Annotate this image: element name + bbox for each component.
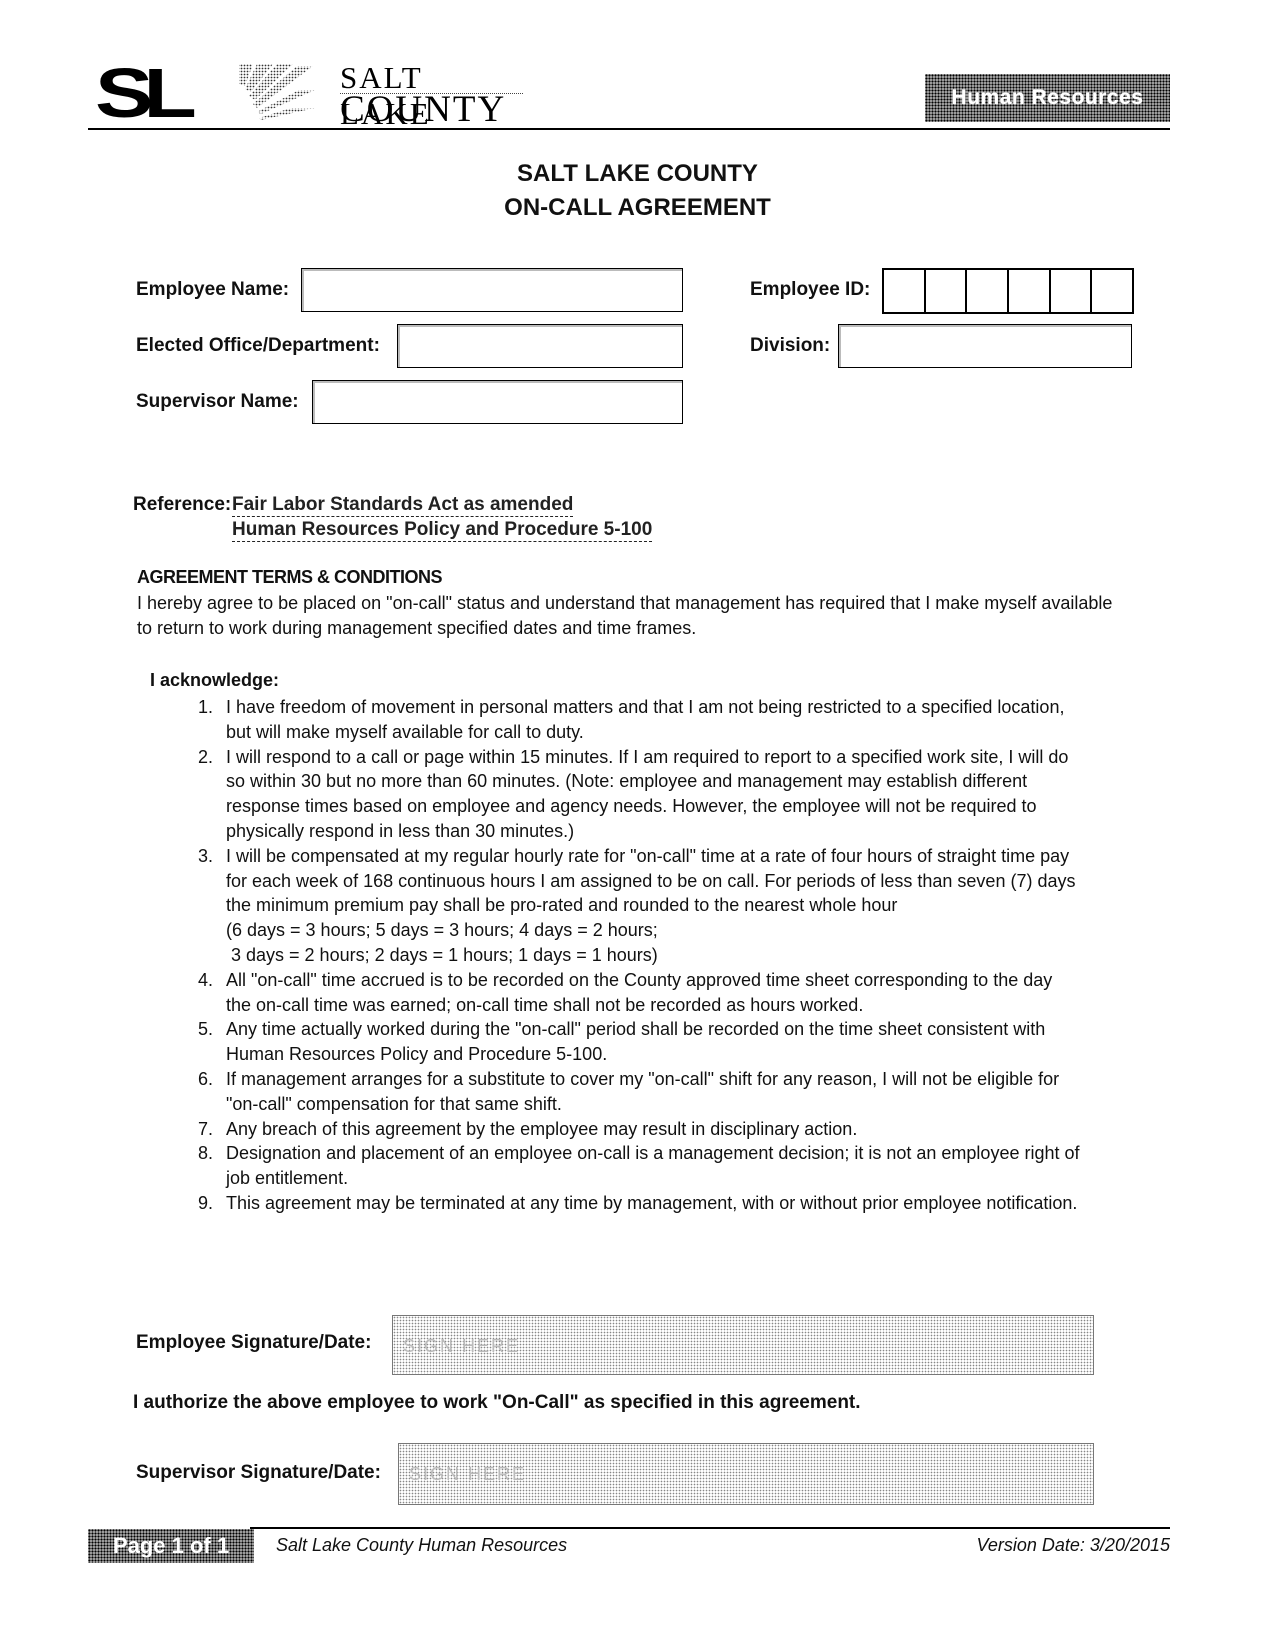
item-text: Designation and placement of an employee… xyxy=(226,1143,1080,1189)
list-item: 1. I have freedom of movement in personal… xyxy=(180,695,1080,745)
list-item: 2. I will respond to a call or page withi… xyxy=(180,745,1080,844)
employee-id-digit[interactable] xyxy=(884,270,926,312)
salt-lake-county-logo: SL SALT LAKE COUNTY xyxy=(95,54,523,132)
list-item: 3. I will be compensated at my regular ho… xyxy=(180,844,1080,968)
sign-here-placeholder: SIGN HERE xyxy=(409,1464,527,1484)
acknowledge-heading: I acknowledge: xyxy=(150,670,280,690)
footer-version-date: Version Date: 3/20/2015 xyxy=(976,1535,1170,1555)
terms-body: I hereby agree to be placed on "on-call"… xyxy=(137,593,1113,638)
logo-mark: SL xyxy=(95,54,197,132)
logo-text-line2: COUNTY xyxy=(340,89,507,130)
terms-heading: AGREEMENT TERMS & CONDITIONS xyxy=(137,567,443,587)
item-text: I have freedom of movement in personal m… xyxy=(226,697,1065,742)
item-text: I will respond to a call or page within … xyxy=(226,746,1069,841)
item-number: 2. xyxy=(198,746,214,767)
supervisor-signature-field[interactable]: SIGN HERE xyxy=(398,1443,1094,1505)
employee-id-digit[interactable] xyxy=(926,270,968,312)
item-number: 1. xyxy=(198,697,214,717)
item-number: 7. xyxy=(198,1118,214,1139)
employee-id-digit[interactable] xyxy=(1092,270,1132,312)
header-divider xyxy=(88,128,1170,130)
item-text: All "on-call" time accrued is to be reco… xyxy=(226,969,1053,1015)
item-number: 5. xyxy=(198,1019,214,1040)
sunburst-icon xyxy=(239,64,315,120)
item-number: 4. xyxy=(198,969,214,990)
employee-id-digit[interactable] xyxy=(1051,270,1093,312)
employee-id-field xyxy=(882,268,1134,314)
item-text: Any breach of this agreement by the empl… xyxy=(226,1118,858,1139)
flsa-reference-link[interactable]: Fair Labor Standards Act as amended xyxy=(232,494,574,517)
list-item: 4. All "on-call" time accrued is to be re… xyxy=(180,968,1080,1018)
supervisor-name-label: Supervisor Name: xyxy=(136,391,299,412)
item-text: If management arranges for a substitute … xyxy=(226,1068,1060,1114)
item-number: 6. xyxy=(198,1068,214,1089)
item-text: This agreement may be terminated at any … xyxy=(226,1192,1078,1213)
document-title-line2: ON-CALL AGREEMENT xyxy=(504,194,771,221)
sign-here-placeholder: SIGN HERE xyxy=(403,1336,521,1356)
list-item: 7. Any breach of this agreement by the em… xyxy=(180,1117,1080,1142)
footer-organization: Salt Lake County Human Resources xyxy=(276,1535,568,1555)
item-text: Any time actually worked during the "on-… xyxy=(226,1019,1046,1065)
document-title-line1: SALT LAKE COUNTY xyxy=(517,160,758,187)
list-item: 9. This agreement may be terminated at an… xyxy=(180,1191,1080,1216)
item-text: I will be compensated at my regular hour… xyxy=(226,845,1076,916)
employee-name-label: Employee Name: xyxy=(136,279,290,300)
division-label: Division: xyxy=(750,335,831,356)
employee-name-field[interactable] xyxy=(301,268,683,312)
elected-office-field[interactable] xyxy=(397,324,683,368)
list-item: 5. Any time actually worked during the "o… xyxy=(180,1017,1080,1067)
employee-signature-label: Employee Signature/Date: xyxy=(136,1332,372,1353)
page-number-badge: Page 1 of 1 xyxy=(88,1529,254,1563)
item-number: 8. xyxy=(198,1143,214,1164)
division-field[interactable] xyxy=(838,324,1132,368)
item-number: 3. xyxy=(198,845,214,866)
authorization-statement: I authorize the above employee to work "… xyxy=(133,1392,861,1413)
list-item: 8. Designation and placement of an employ… xyxy=(180,1141,1080,1191)
department-badge: Human Resources xyxy=(925,74,1170,122)
employee-id-digit[interactable] xyxy=(1009,270,1051,312)
reference-label: Reference: xyxy=(133,494,232,515)
hr-policy-reference-link[interactable]: Human Resources Policy and Procedure 5-1… xyxy=(232,519,653,542)
employee-id-digit[interactable] xyxy=(967,270,1010,312)
supervisor-name-field[interactable] xyxy=(312,380,683,424)
supervisor-signature-label: Supervisor Signature/Date: xyxy=(136,1462,381,1483)
employee-id-label: Employee ID: xyxy=(750,279,871,300)
item-number: 9. xyxy=(198,1192,214,1213)
acknowledgement-list: 1. I have freedom of movement in personal… xyxy=(180,695,1080,1216)
item-subtext: (6 days = 3 hours; 5 days = 3 hours; 4 d… xyxy=(226,920,658,941)
employee-signature-field[interactable]: SIGN HERE xyxy=(392,1315,1094,1375)
elected-office-label: Elected Office/Department: xyxy=(136,335,380,356)
list-item: 6. If management arranges for a substitut… xyxy=(180,1067,1080,1117)
footer-divider xyxy=(250,1527,1170,1529)
item-subtext: 3 days = 2 hours; 2 days = 1 hours; 1 da… xyxy=(226,944,658,965)
